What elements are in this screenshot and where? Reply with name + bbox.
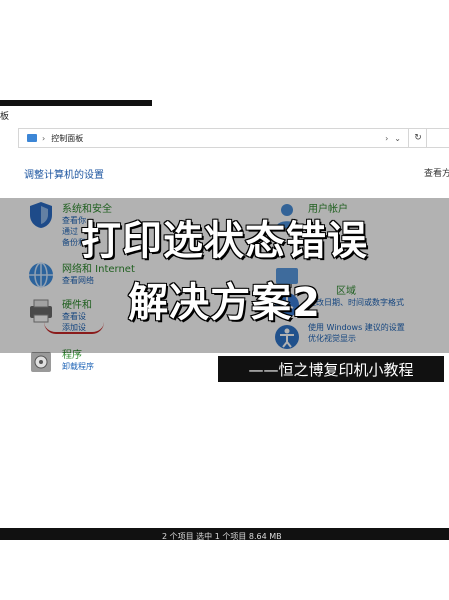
window-title: 板 xyxy=(0,112,10,122)
breadcrumb-separator-2: › xyxy=(385,133,389,143)
category-link[interactable]: 卸载程序 xyxy=(62,361,94,372)
status-bar-text: 2 个项目 选中 1 个项目 8.64 MB xyxy=(162,532,282,541)
refresh-button[interactable]: ↻ xyxy=(408,128,428,148)
chevron-down-icon[interactable]: ⌄ xyxy=(394,134,401,143)
search-input[interactable] xyxy=(426,128,449,148)
overlay-title-line-2: 解决方案2 xyxy=(127,279,321,327)
view-by-label[interactable]: 查看方式 xyxy=(424,166,449,179)
breadcrumb-separator: › xyxy=(42,133,46,143)
top-black-bar xyxy=(0,100,152,106)
control-panel-icon xyxy=(27,134,37,142)
tagline-banner: ——恒之博复印机小教程 xyxy=(218,356,444,382)
address-bar[interactable]: › 控制面板 › ⌄ xyxy=(18,128,410,148)
page-heading: 调整计算机的设置 xyxy=(24,170,104,181)
breadcrumb-control-panel[interactable]: 控制面板 xyxy=(51,133,383,144)
overlay-title-line-1: 打印选状态错误 xyxy=(80,217,368,265)
